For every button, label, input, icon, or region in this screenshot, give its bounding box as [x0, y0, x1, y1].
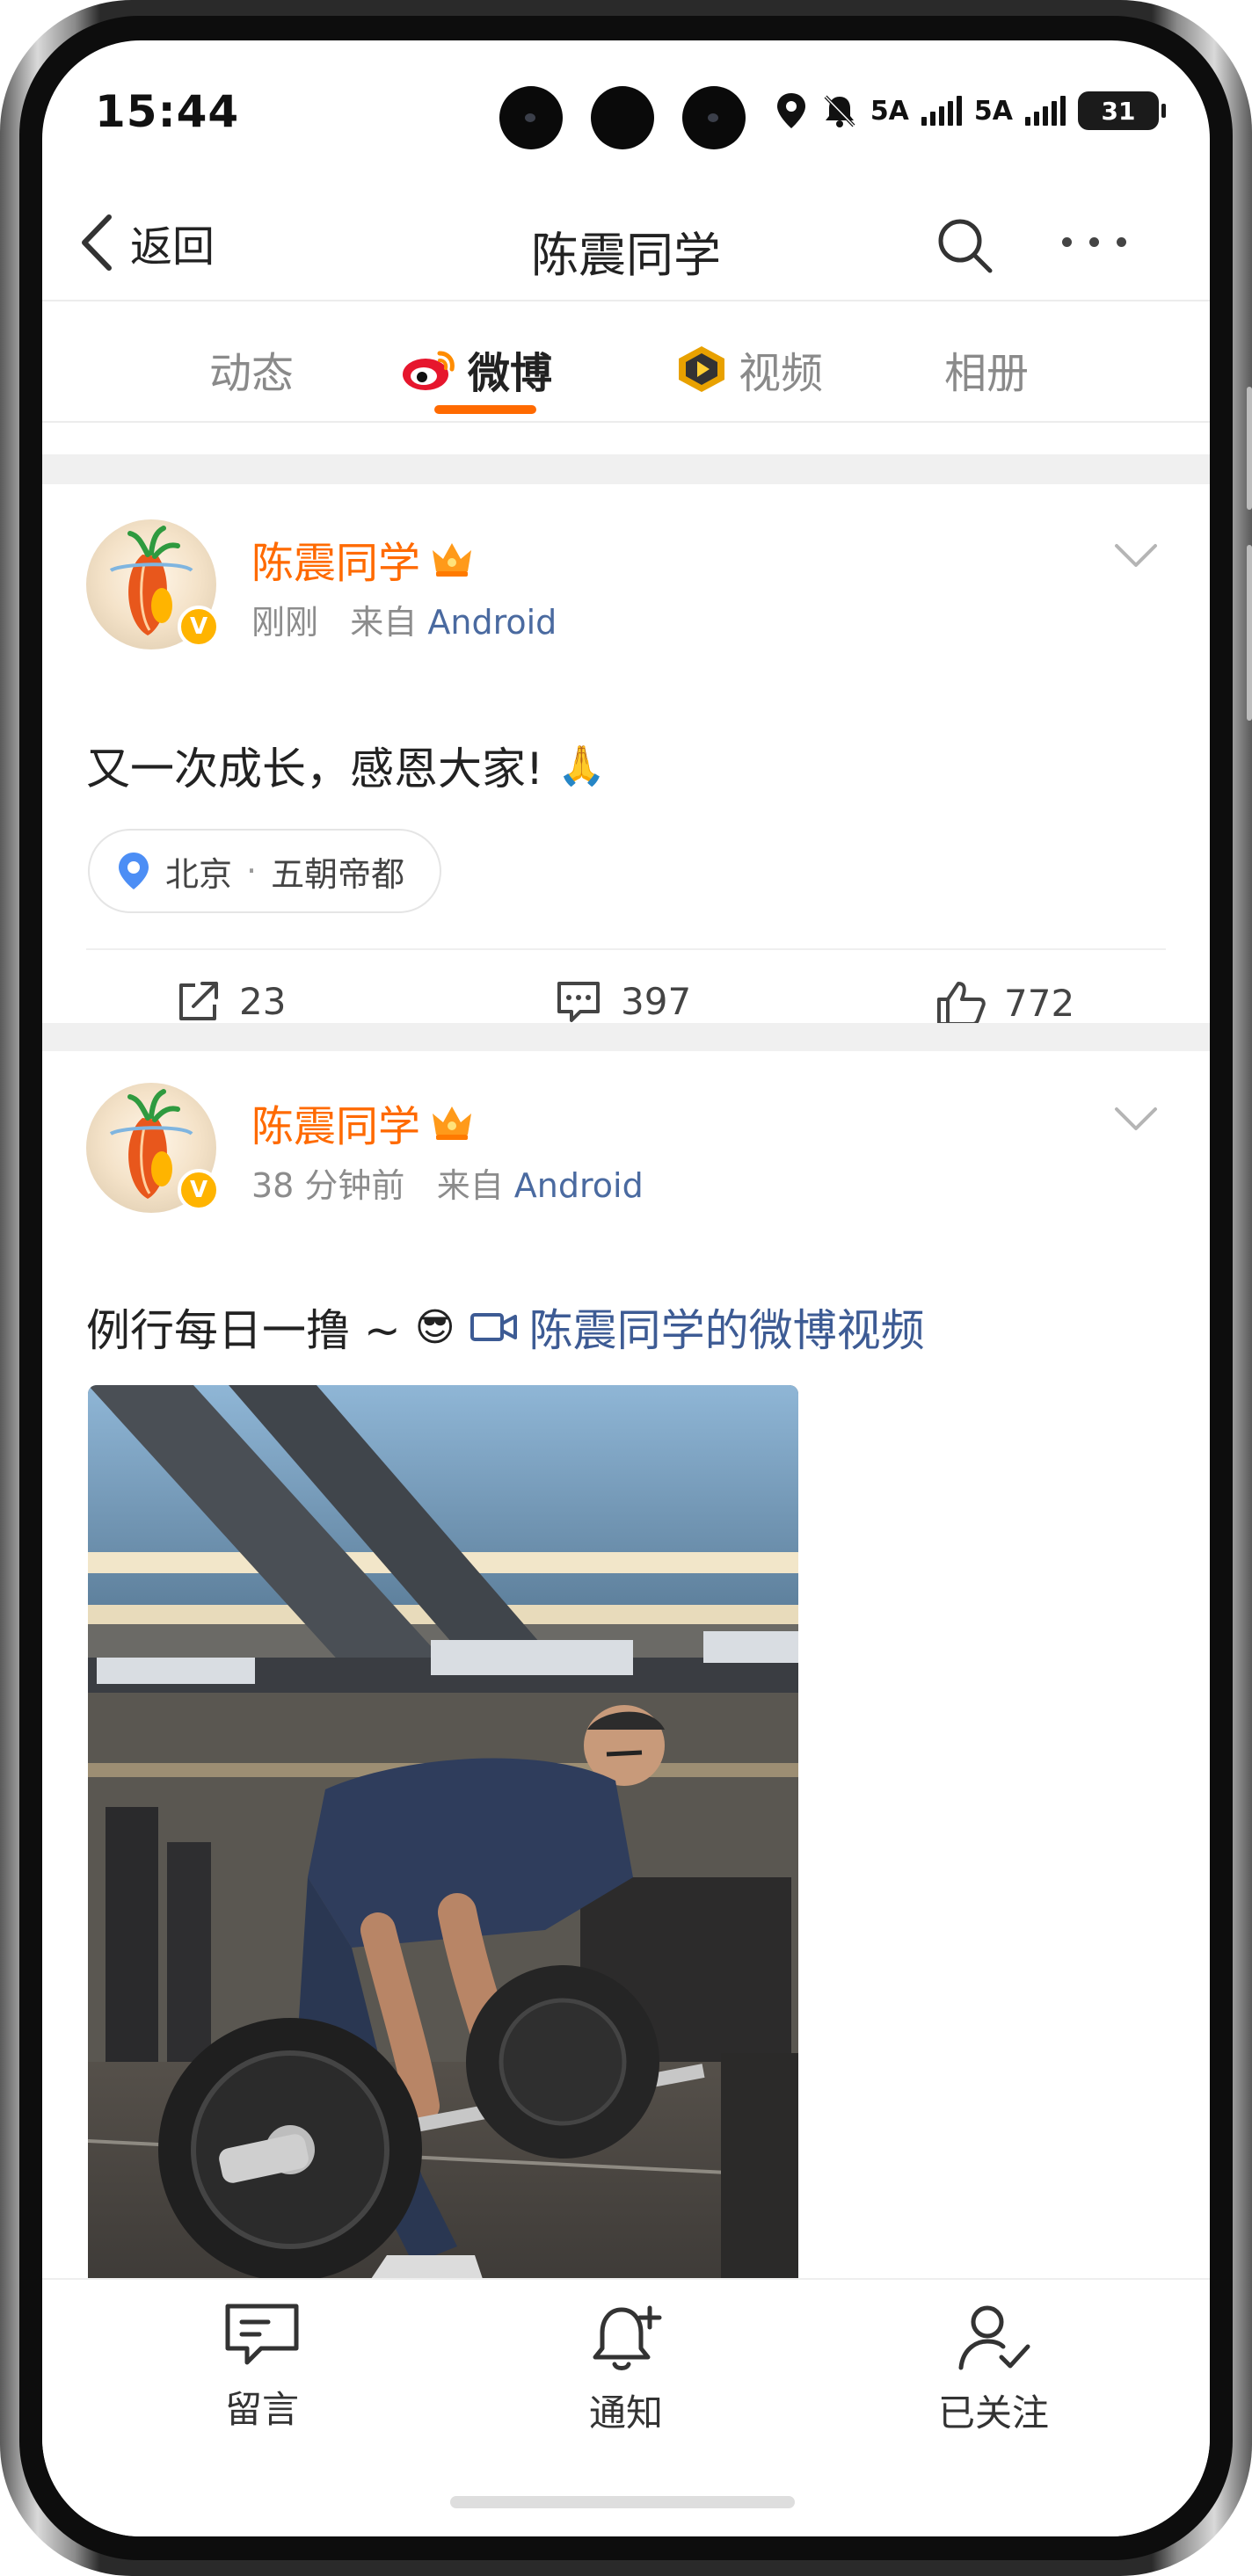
more-icon[interactable]: [1062, 237, 1126, 247]
home-indicator[interactable]: [450, 2496, 795, 2508]
battery-level: 31: [1101, 96, 1136, 126]
post-card-2: V 陈震同学 38 分钟前 来自 Android 例行每日一撸 ~ 😎 陈震同学…: [42, 1051, 1210, 2317]
post-source-prefix: 来自: [350, 603, 418, 642]
video-camera-icon: [470, 1313, 517, 1341]
tab-bar: 动态 微博 视频 相册: [42, 300, 1210, 423]
tab-weibo[interactable]: 微博: [401, 338, 552, 400]
comment-icon: [557, 982, 600, 1022]
message-button[interactable]: 留言: [174, 2301, 350, 2434]
nav-bar: 返回 陈震同学: [42, 190, 1210, 300]
notify-button[interactable]: 通知: [538, 2301, 714, 2437]
location-pin-icon: [119, 853, 149, 889]
volume-button: [1247, 387, 1252, 510]
post-meta: 38 分钟前 来自 Android: [251, 1158, 644, 1207]
post-text: 例行每日一撸 ~ 😎 陈震同学的微博视频: [86, 1295, 925, 1359]
like-icon: [937, 982, 986, 1026]
location-status-icon: [776, 93, 805, 128]
location-tag[interactable]: 北京 · 五朝帝都: [88, 829, 442, 913]
feed-separator: [42, 454, 1210, 484]
post-text: 又一次成长，感恩大家! 🙏: [86, 734, 606, 797]
message-label: 留言: [224, 2388, 299, 2431]
avatar[interactable]: V: [86, 519, 220, 649]
post-time: 刚刚: [251, 603, 319, 642]
bell-icon: [593, 2305, 662, 2370]
username-text: 陈震同学: [251, 539, 421, 588]
chevron-down-icon[interactable]: [1113, 542, 1159, 569]
notify-label: 通知: [588, 2391, 663, 2435]
post-username[interactable]: 陈震同学: [251, 1092, 475, 1153]
phone-frame: 15:44 5A 5A 31 返回 陈震同学 动态 微博 视频 相册 V 陈震同…: [0, 0, 1252, 2576]
crown-icon: [433, 543, 472, 577]
post-text-content: 例行每日一撸 ~: [86, 1305, 401, 1356]
like-count: 772: [1004, 981, 1075, 1025]
action-divider: [86, 948, 1166, 950]
share-button[interactable]: 23: [176, 978, 286, 1024]
mute-bell-icon: [824, 95, 855, 127]
video-thumbnail[interactable]: [88, 1385, 798, 2317]
network-type-2: 5A: [973, 95, 1013, 127]
camera-lens-center: [591, 86, 654, 149]
camera-lens-right: [682, 86, 746, 149]
page-title: 陈震同学: [531, 228, 721, 283]
post-meta: 刚刚 来自 Android: [251, 595, 557, 643]
sunglasses-emoji-icon: 😎: [414, 1304, 455, 1350]
network-type-1: 5A: [870, 95, 909, 127]
comment-button[interactable]: 397: [554, 978, 691, 1024]
crown-icon: [433, 1107, 472, 1140]
post-username[interactable]: 陈震同学: [251, 528, 475, 590]
location-city: 北京: [165, 854, 233, 894]
post-source-prefix: 来自: [436, 1166, 504, 1205]
post-source: Android: [513, 1166, 644, 1205]
tab-dynamics[interactable]: 动态: [209, 338, 294, 400]
message-icon: [225, 2304, 299, 2365]
post-text-content: 又一次成长，感恩大家!: [86, 744, 544, 795]
weibo-logo-icon: [403, 351, 455, 390]
share-count: 23: [239, 979, 287, 1023]
status-icons: 5A 5A 31: [774, 91, 1166, 130]
comment-count: 397: [621, 979, 692, 1023]
like-button[interactable]: 772: [935, 978, 1074, 1027]
followed-icon: [958, 2305, 1030, 2370]
video-badge-icon: [679, 346, 724, 392]
feed-separator: [42, 1023, 1210, 1051]
signal-bars-2-icon: [1025, 96, 1066, 126]
status-bar: 15:44 5A 5A 31: [42, 40, 1210, 190]
post-time: 38 分钟前: [251, 1166, 405, 1205]
status-time: 15:44: [95, 86, 240, 137]
video-link-text: 陈震同学的微博视频: [528, 1305, 925, 1356]
followed-label: 已关注: [937, 2391, 1049, 2435]
tab-video[interactable]: 视频: [673, 338, 823, 400]
post-card-1: V 陈震同学 刚刚 来自 Android 又一次成长，感恩大家! �: [42, 484, 1210, 1059]
verified-badge-icon: V: [178, 1169, 220, 1211]
power-button: [1247, 545, 1252, 721]
screen: 15:44 5A 5A 31 返回 陈震同学 动态 微博 视频 相册 V 陈震同…: [42, 40, 1210, 2536]
tab-album[interactable]: 相册: [944, 338, 1029, 400]
battery-icon: 31: [1078, 91, 1166, 130]
verified-badge-icon: V: [178, 606, 220, 648]
followed-button[interactable]: 已关注: [906, 2301, 1081, 2437]
tab-label: 微博: [468, 349, 553, 398]
gym-deadlift-image: [88, 1385, 798, 2317]
location-tag-text: 五朝帝都: [271, 854, 405, 894]
share-icon: [179, 982, 218, 1020]
avatar[interactable]: V: [86, 1083, 220, 1213]
tab-label: 视频: [739, 349, 824, 398]
tab-label: 相册: [944, 349, 1030, 398]
post-source: Android: [427, 603, 557, 642]
chevron-down-icon[interactable]: [1113, 1106, 1159, 1132]
search-icon[interactable]: [934, 214, 995, 276]
signal-bars-1-icon: [921, 96, 962, 126]
tab-active-indicator: [434, 405, 536, 414]
pray-emoji-icon: 🙏: [557, 744, 606, 788]
tab-label: 动态: [209, 349, 295, 398]
username-text: 陈震同学: [251, 1102, 421, 1151]
video-link[interactable]: 陈震同学的微博视频: [470, 1295, 925, 1359]
camera-lens-left: [499, 86, 563, 149]
spacer: [42, 424, 1210, 454]
